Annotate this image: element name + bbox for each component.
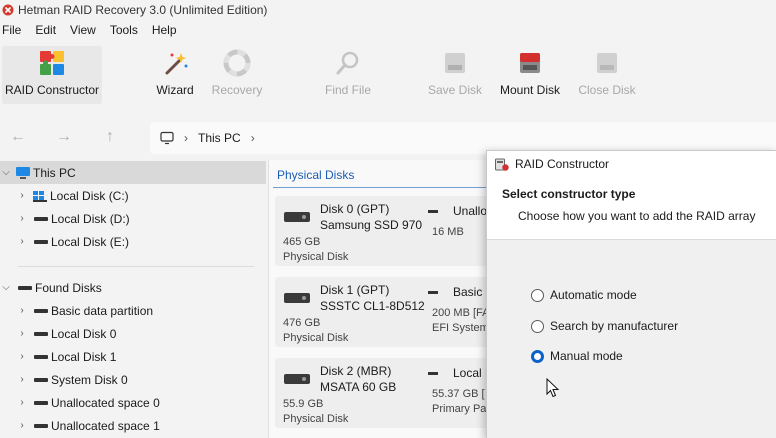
menu-help[interactable]: Help <box>150 23 183 37</box>
dialog-heading: Select constructor type <box>502 187 636 201</box>
option-manual-mode[interactable]: Manual mode <box>531 349 623 363</box>
hard-drive-icon <box>284 293 310 303</box>
breadcrumb-separator-icon: › <box>184 131 188 145</box>
tree-item-local-disk-d[interactable]: › Local Disk (D:) <box>0 207 266 230</box>
disk-save-icon <box>439 47 471 79</box>
magic-wand-icon <box>159 47 191 79</box>
puzzle-icon <box>36 47 68 79</box>
radio-search-by-manufacturer[interactable] <box>531 319 544 333</box>
computer-icon <box>16 166 30 179</box>
breadcrumb-chevron-icon[interactable]: › <box>251 131 255 145</box>
chevron-right-icon[interactable]: › <box>16 213 28 224</box>
folder-tree: ⌵ This PC › Local Disk (C:) › Local Disk… <box>0 160 266 438</box>
raid-constructor-dialog: RAID Constructor Select constructor type… <box>486 150 776 438</box>
recovery-button[interactable]: Recovery <box>209 46 265 104</box>
panel-title[interactable]: Physical Disks <box>277 168 354 182</box>
tree-item-system-disk-0[interactable]: › System Disk 0 <box>0 368 266 391</box>
drive-icon <box>18 285 32 290</box>
title-bar: Hetman RAID Recovery 3.0 (Unlimited Edit… <box>0 0 776 20</box>
tree-item-local-disk-c[interactable]: › Local Disk (C:) <box>0 184 266 207</box>
chevron-right-icon[interactable]: › <box>16 374 28 385</box>
menu-edit[interactable]: Edit <box>33 23 62 37</box>
save-disk-button[interactable]: Save Disk <box>426 46 484 104</box>
disk-close-icon <box>591 47 623 79</box>
dialog-header: RAID Constructor Select constructor type… <box>487 151 776 239</box>
tree-item-this-pc[interactable]: ⌵ This PC <box>0 161 266 184</box>
drive-icon <box>34 423 48 428</box>
wizard-button[interactable]: Wizard <box>152 46 198 104</box>
drive-icon <box>34 331 48 336</box>
chevron-right-icon[interactable]: › <box>16 328 28 339</box>
hard-drive-icon <box>284 212 310 222</box>
tree-item-local-disk-1[interactable]: › Local Disk 1 <box>0 345 266 368</box>
menu-tools[interactable]: Tools <box>108 23 144 37</box>
raid-constructor-icon <box>495 158 509 171</box>
drive-icon <box>34 377 48 382</box>
tree-item-unallocated-space-0[interactable]: › Unallocated space 0 <box>0 391 266 414</box>
partition-icon <box>428 210 438 213</box>
partition-icon <box>428 372 438 375</box>
mouse-cursor-icon <box>546 378 560 398</box>
chevron-right-icon[interactable]: › <box>16 236 28 247</box>
menu-file[interactable]: File <box>0 23 27 37</box>
tree-item-basic-data-partition[interactable]: › Basic data partition <box>0 299 266 322</box>
back-arrow-icon[interactable]: ← <box>8 127 28 147</box>
toolbar: RAID Constructor Wizard Recovery Find Fi… <box>0 43 776 105</box>
chevron-right-icon[interactable]: › <box>16 397 28 408</box>
menu-view[interactable]: View <box>68 23 102 37</box>
mount-disk-button[interactable]: Mount Disk <box>498 46 562 104</box>
drive-icon <box>34 239 48 244</box>
radio-automatic-mode[interactable] <box>531 288 544 302</box>
app-logo-icon <box>2 4 14 16</box>
dialog-divider <box>487 239 776 240</box>
monitor-icon <box>160 131 174 145</box>
panel-title-underline <box>273 187 493 188</box>
drive-icon <box>34 308 48 313</box>
navigation-bar: ← → ↑ › This PC › <box>0 118 776 154</box>
menu-bar: File Edit View Tools Help <box>0 20 776 40</box>
radio-manual-mode[interactable] <box>531 349 544 363</box>
chevron-right-icon[interactable]: › <box>16 420 28 431</box>
tree-item-found-disks[interactable]: ⌵ Found Disks <box>0 276 266 299</box>
drive-icon <box>34 354 48 359</box>
tree-item-local-disk-0[interactable]: › Local Disk 0 <box>0 322 266 345</box>
drive-icon <box>34 400 48 405</box>
chevron-right-icon[interactable]: › <box>16 351 28 362</box>
dialog-description: Choose how you want to add the RAID arra… <box>518 209 756 223</box>
chevron-right-icon[interactable]: › <box>16 190 28 201</box>
chevron-down-icon[interactable]: ⌵ <box>0 282 12 293</box>
forward-arrow-icon[interactable]: → <box>54 127 74 147</box>
disk-mount-icon <box>514 47 546 79</box>
magnifier-icon <box>332 47 364 79</box>
dialog-title: RAID Constructor <box>515 157 610 171</box>
chevron-down-icon[interactable]: ⌵ <box>0 167 12 178</box>
option-automatic-mode[interactable]: Automatic mode <box>531 288 637 302</box>
close-disk-button[interactable]: Close Disk <box>578 46 636 104</box>
chevron-right-icon[interactable]: › <box>16 305 28 316</box>
hard-drive-icon <box>284 374 310 384</box>
window-title: Hetman RAID Recovery 3.0 (Unlimited Edit… <box>18 3 268 17</box>
lifebuoy-icon <box>221 47 253 79</box>
tree-item-local-disk-e[interactable]: › Local Disk (E:) <box>0 230 266 253</box>
tree-divider <box>18 266 254 267</box>
windows-drive-icon <box>33 190 47 202</box>
breadcrumb-this-pc[interactable]: This PC <box>198 131 241 145</box>
drive-icon <box>34 216 48 221</box>
raid-constructor-button[interactable]: RAID Constructor <box>2 46 102 104</box>
option-search-by-manufacturer[interactable]: Search by manufacturer <box>531 319 678 333</box>
partition-icon <box>428 291 438 294</box>
tree-item-unallocated-space-1[interactable]: › Unallocated space 1 <box>0 414 266 437</box>
up-arrow-icon[interactable]: ↑ <box>100 127 120 147</box>
find-file-button[interactable]: Find File <box>322 46 374 104</box>
